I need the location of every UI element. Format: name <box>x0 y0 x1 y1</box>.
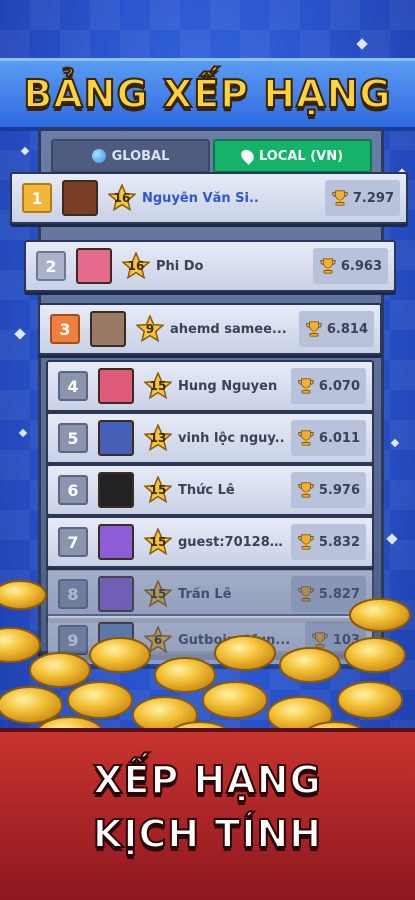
leaderboard-row[interactable]: 4 15 Hung Nguyen 6.070 <box>46 360 374 412</box>
trophy-icon <box>332 190 348 206</box>
trophy-icon <box>320 258 336 274</box>
leaderboard-row[interactable]: 2 16 Phi Do 6.963 <box>24 240 396 292</box>
level-star-icon: 15 <box>144 528 172 556</box>
level-number: 16 <box>127 259 145 273</box>
page-title: BẢNG XẾP HẠNG <box>22 71 392 117</box>
player-name: guest:70128934 <box>178 534 291 550</box>
rank-badge: 4 <box>58 371 88 401</box>
player-name: Nguyễn Văn Si.. <box>142 190 259 206</box>
leaderboard-row[interactable]: 3 9 ahemd samee... 6.814 <box>38 303 382 355</box>
trophy-icon <box>298 430 314 446</box>
level-number: 15 <box>149 379 167 393</box>
trophy-count: 6.011 <box>290 420 366 456</box>
rank-badge: 3 <box>50 314 80 344</box>
avatar <box>98 368 134 404</box>
tab-global-label: GLOBAL <box>111 148 170 164</box>
rank-badge: 2 <box>36 251 66 281</box>
leaderboard-row[interactable]: 5 13 vinh lộc nguy.. 6.011 <box>46 412 374 464</box>
rank-badge: 1 <box>22 183 52 213</box>
level-number: 13 <box>149 431 167 445</box>
trophy-score: 5.832 <box>318 534 360 550</box>
player-name: Thức Lê <box>178 482 235 498</box>
player-name: Phi Do <box>156 258 204 274</box>
level-number: 15 <box>149 483 167 497</box>
trophy-score: 5.976 <box>318 482 360 498</box>
title-banner: BẢNG XẾP HẠNG <box>0 58 415 131</box>
leaderboard-row[interactable]: 1 16 Nguyễn Văn Si.. 7.297 <box>10 172 408 224</box>
level-star-icon: 16 <box>122 252 150 280</box>
level-number: 15 <box>149 535 167 549</box>
leaderboard-row[interactable]: 7 15 guest:70128934 5.832 <box>46 516 374 568</box>
avatar <box>90 311 126 347</box>
avatar <box>98 524 134 560</box>
avatar <box>62 180 98 216</box>
player-name: Hung Nguyen <box>178 378 278 394</box>
level-number: 16 <box>113 191 131 205</box>
tagline-line1: XẾP HẠNG <box>92 757 322 803</box>
coin-pile-decoration <box>0 580 411 750</box>
trophy-icon <box>298 534 314 550</box>
trophy-score: 6.070 <box>318 378 360 394</box>
trophy-count: 6.963 <box>312 248 388 284</box>
player-name: vinh lộc nguy.. <box>178 430 285 446</box>
trophy-count: 5.832 <box>290 524 366 560</box>
trophy-score: 6.011 <box>318 430 360 446</box>
globe-icon <box>91 149 106 163</box>
level-star-icon: 15 <box>144 476 172 504</box>
level-number: 9 <box>145 322 155 336</box>
tagline-line2: KỊCH TÍNH <box>92 811 323 857</box>
trophy-count: 5.976 <box>290 472 366 508</box>
trophy-count: 6.814 <box>298 311 374 347</box>
trophy-icon <box>298 482 314 498</box>
trophy-icon <box>306 321 322 337</box>
leaderboard-row[interactable]: 6 15 Thức Lê 5.976 <box>46 464 374 516</box>
avatar <box>98 420 134 456</box>
trophy-score: 6.963 <box>340 258 382 274</box>
trophy-count: 7.297 <box>324 180 400 216</box>
rank-badge: 6 <box>58 475 88 505</box>
trophy-icon <box>298 378 314 394</box>
level-star-icon: 13 <box>144 424 172 452</box>
tab-local-label: LOCAL (VN) <box>258 148 344 164</box>
trophy-score: 6.814 <box>326 321 368 337</box>
trophy-score: 7.297 <box>352 190 394 206</box>
avatar <box>98 472 134 508</box>
trophy-count: 6.070 <box>290 368 366 404</box>
player-name: ahemd samee... <box>170 321 287 337</box>
rank-badge: 5 <box>58 423 88 453</box>
tab-local[interactable]: LOCAL (VN) <box>213 139 372 173</box>
level-star-icon: 9 <box>136 315 164 343</box>
tab-global[interactable]: GLOBAL <box>51 139 210 173</box>
level-star-icon: 16 <box>108 184 136 212</box>
avatar <box>76 248 112 284</box>
level-star-icon: 15 <box>144 372 172 400</box>
rank-badge: 7 <box>58 527 88 557</box>
location-pin-icon <box>238 147 257 165</box>
